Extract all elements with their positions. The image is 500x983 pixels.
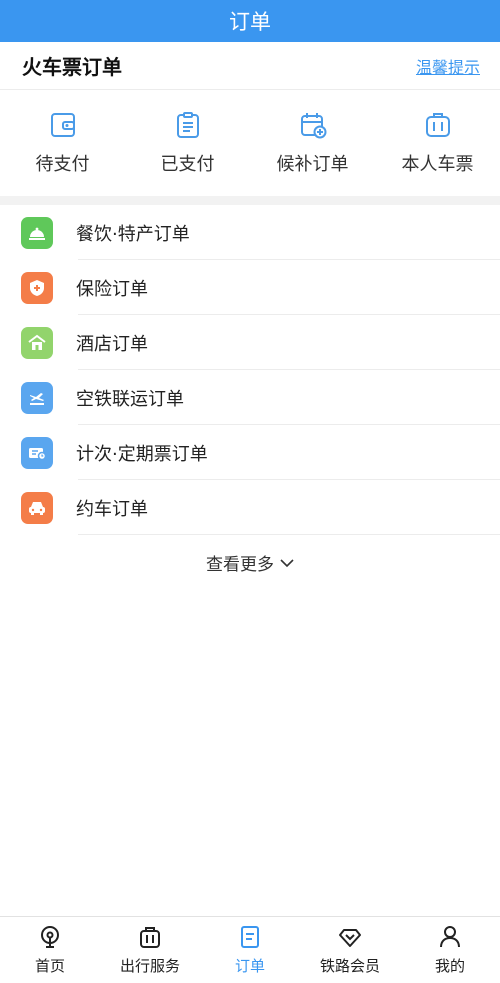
- top-bar: 订单: [0, 0, 500, 42]
- nav-label: 订单: [234, 957, 265, 975]
- nav-label: 铁路会员: [319, 957, 380, 975]
- order-label: 空铁联运订单: [76, 388, 184, 410]
- section-divider: [0, 196, 500, 205]
- luggage-icon: [423, 110, 453, 140]
- nav-label: 出行服务: [119, 957, 180, 975]
- travel-bag-icon: [137, 924, 163, 950]
- order-item-hotel[interactable]: 酒店订单: [0, 315, 500, 370]
- train-order-header: 火车票订单 温馨提示: [0, 42, 500, 90]
- order-label: 约车订单: [76, 498, 148, 520]
- quick-item-paid[interactable]: 已支付: [125, 110, 250, 176]
- hotel-icon: [21, 326, 53, 359]
- calendar-add-icon: [298, 110, 328, 140]
- order-item-period-ticket[interactable]: 计次·定期票订单: [0, 425, 500, 480]
- order-doc-icon: [237, 924, 263, 950]
- food-bell-icon: [21, 216, 53, 249]
- wallet-icon: [48, 110, 78, 140]
- ticket-icon: [21, 436, 53, 469]
- tips-link[interactable]: 温馨提示: [416, 54, 480, 78]
- quick-item-pending-payment[interactable]: 待支付: [0, 110, 125, 176]
- quick-label: 已支付: [160, 154, 215, 175]
- nav-label: 首页: [34, 957, 65, 975]
- order-label: 计次·定期票订单: [76, 443, 208, 465]
- order-label: 保险订单: [76, 278, 148, 300]
- nav-item-home[interactable]: 首页: [0, 917, 100, 983]
- quick-actions: 待支付 已支付 候补订单 本人车票: [0, 90, 500, 196]
- quick-item-my-tickets[interactable]: 本人车票: [375, 110, 500, 176]
- clipboard-icon: [173, 110, 203, 140]
- nav-item-profile[interactable]: 我的: [400, 917, 500, 983]
- order-item-food[interactable]: 餐饮·特产订单: [0, 205, 500, 260]
- view-more-label: 查看更多: [206, 555, 274, 575]
- order-item-car[interactable]: 约车订单: [0, 480, 500, 535]
- nav-item-orders[interactable]: 订单: [200, 917, 300, 983]
- nav-item-railway-member[interactable]: 铁路会员: [300, 917, 400, 983]
- other-orders-list: 餐饮·特产订单 保险订单 酒店订单 空铁联运订单 计次·定期票订单 约车订单: [0, 205, 500, 535]
- section-title: 火车票订单: [22, 55, 122, 79]
- quick-label: 本人车票: [401, 154, 474, 175]
- car-icon: [21, 491, 53, 524]
- plane-train-icon: [21, 381, 53, 414]
- nav-label: 我的: [434, 957, 465, 975]
- quick-label: 候补订单: [276, 154, 349, 175]
- order-item-insurance[interactable]: 保险订单: [0, 260, 500, 315]
- view-more-button[interactable]: 查看更多: [0, 535, 500, 590]
- order-label: 餐饮·特产订单: [76, 223, 190, 245]
- quick-item-waitlist[interactable]: 候补订单: [250, 110, 375, 176]
- order-label: 酒店订单: [76, 333, 148, 355]
- diamond-icon: [337, 924, 363, 950]
- home-icon: [37, 924, 63, 950]
- shield-icon: [21, 271, 53, 304]
- chevron-down-icon: [280, 553, 294, 573]
- order-item-air-rail[interactable]: 空铁联运订单: [0, 370, 500, 425]
- bottom-nav: 首页 出行服务 订单 铁路会员 我的: [0, 916, 500, 983]
- nav-item-travel-services[interactable]: 出行服务: [100, 917, 200, 983]
- person-icon: [437, 924, 463, 950]
- quick-label: 待支付: [35, 154, 90, 175]
- page-title: 订单: [229, 10, 271, 34]
